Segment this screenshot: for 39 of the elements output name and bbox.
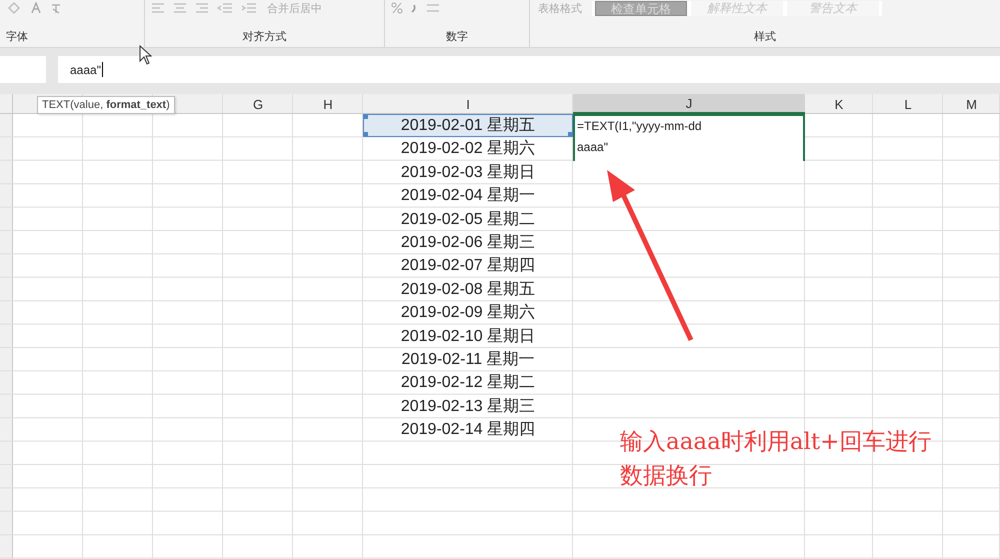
- active-cell[interactable]: =TEXT(I1,"yyyy-mm-dd aaaa": [573, 114, 805, 161]
- formula-input[interactable]: aaaa": [58, 56, 1000, 83]
- column-header[interactable]: M: [943, 94, 1000, 114]
- comma-icon[interactable]: [411, 3, 417, 13]
- table-cell-text: 2019-02-05 星期二: [400, 210, 536, 230]
- table-cell-text: 2019-02-13 星期三: [400, 396, 536, 417]
- percent-icon[interactable]: [391, 2, 403, 14]
- table-cell-text: 2019-02-07 星期四: [400, 256, 536, 276]
- group-label: 样式: [754, 30, 776, 44]
- table-cell-text: 2019-02-10 星期日: [400, 326, 536, 347]
- column-header[interactable]: G: [223, 94, 293, 114]
- font-color-icon[interactable]: [30, 2, 42, 14]
- group-label: 对齐方式: [242, 30, 286, 44]
- column-header[interactable]: I: [363, 94, 573, 114]
- table-cell-text: 2019-02-09 星期六: [400, 302, 536, 324]
- table-cell-text: 2019-02-03 星期日: [400, 162, 536, 183]
- align-left-icon[interactable]: [151, 3, 165, 13]
- column-header[interactable]: L: [873, 94, 943, 114]
- align-center-icon[interactable]: [173, 3, 187, 13]
- table-cell: 2019-02-01 星期五: [363, 114, 573, 138]
- table-cell-text: 2019-02-14 星期四: [400, 420, 536, 440]
- column-header[interactable]: K: [805, 94, 873, 114]
- table-cell-text: 2019-02-06 星期三: [400, 232, 536, 253]
- name-box[interactable]: [0, 56, 46, 83]
- align-right-icon[interactable]: [195, 3, 209, 13]
- table-cell-text: 2019-02-08 星期五: [400, 280, 536, 300]
- fill-color-icon[interactable]: [6, 2, 22, 14]
- table-cell-text: 2019-02-04 星期一: [400, 186, 536, 206]
- decrease-indent-icon[interactable]: [217, 3, 233, 13]
- group-label: 字体: [6, 30, 28, 44]
- column-header[interactable]: H: [293, 94, 363, 114]
- function-tooltip: TEXT(value, format_text): [37, 96, 175, 114]
- increase-indent-icon[interactable]: [241, 3, 257, 13]
- annotation-text: 输入aaaa时利用alt+回车进行 数据换行: [620, 428, 932, 491]
- table-cell-text: 2019-02-02 星期六: [400, 138, 536, 160]
- table-cell-text: 2019-02-12 星期二: [400, 373, 536, 394]
- column-header[interactable]: J: [573, 94, 805, 114]
- group-label: 数字: [446, 30, 468, 44]
- table-cell-text: 2019-02-11 星期一: [400, 350, 536, 370]
